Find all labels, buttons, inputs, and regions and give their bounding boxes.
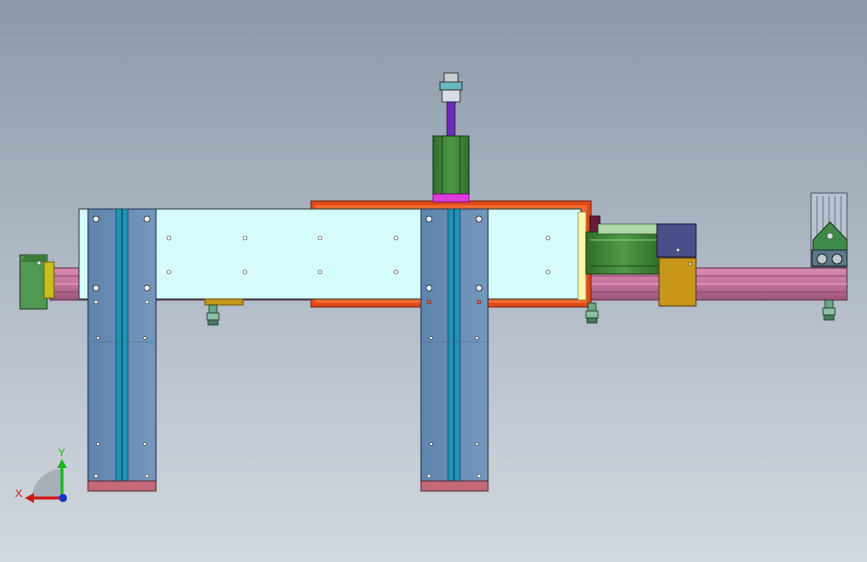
x-axis-label: X [15,488,23,500]
suction-cup-2[interactable] [585,302,599,324]
suction-cup-1[interactable] [206,304,220,326]
cad-viewport[interactable]: Y X [0,0,867,562]
suction-cup-3[interactable] [822,299,836,321]
x-axis-arrowhead [25,493,34,503]
triad-plane [32,469,62,499]
z-axis-dot [59,494,67,502]
left-end-bracket[interactable] [19,254,55,310]
support-column-right[interactable] [420,208,489,492]
support-column-left[interactable] [87,208,157,492]
assembly-drawing[interactable]: Y X [0,0,867,562]
y-axis-label: Y [58,447,66,459]
y-axis-arrowhead [57,459,67,468]
lift-cylinder[interactable] [432,72,470,203]
right-end-bracket[interactable] [810,192,848,268]
gold-tab [204,298,244,306]
reference-triad[interactable]: Y X [15,447,67,503]
